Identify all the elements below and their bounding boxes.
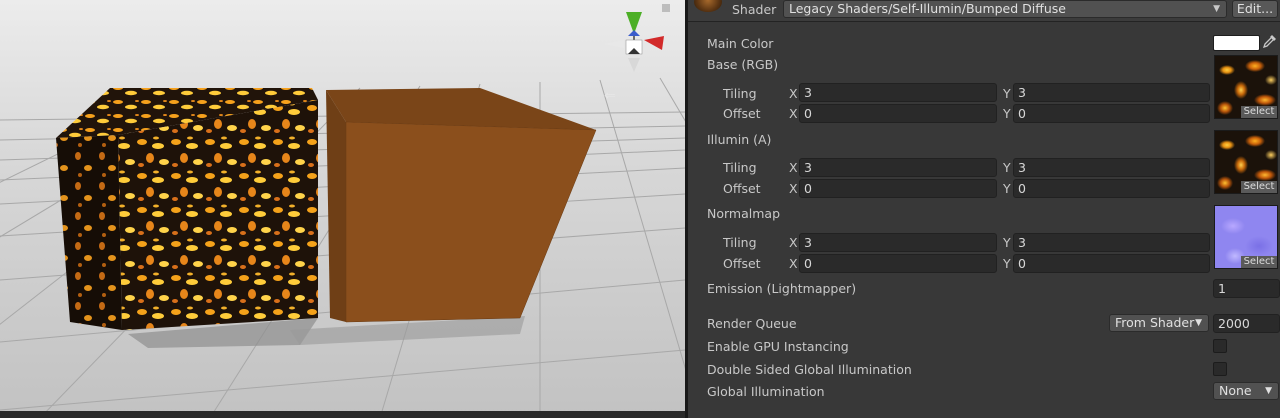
render-queue-label: Render Queue (707, 316, 797, 331)
illumin-tiling-x-field[interactable]: 3 (799, 158, 997, 177)
scene-bottom-bar (0, 411, 685, 418)
normalmap-texture-label: Normalmap (707, 206, 780, 221)
shader-dropdown-value: Legacy Shaders/Self-Illumin/Bumped Diffu… (789, 1, 1066, 16)
base-tiling-label: Tiling (723, 86, 757, 101)
illumin-offset-label: Offset (723, 181, 761, 196)
normalmap-offset-x-label: X (789, 256, 798, 271)
illumin-texture-label: Illumin (A) (707, 132, 772, 147)
normalmap-tiling-y-label: Y (1003, 235, 1011, 250)
illumin-tiling-y-field[interactable]: 3 (1013, 158, 1210, 177)
illumin-offset-y-label: Y (1003, 181, 1011, 196)
illumin-texture-thumbnail[interactable]: Select (1214, 130, 1278, 194)
gpu-instancing-checkbox[interactable] (1213, 339, 1227, 353)
base-offset-y-field[interactable]: 0 (1013, 104, 1210, 123)
base-select-button[interactable]: Select (1241, 106, 1277, 118)
global-illumination-label: Global Illumination (707, 384, 825, 399)
render-queue-dropdown[interactable]: From Shader ▼ (1109, 314, 1209, 332)
base-texture-thumbnail[interactable]: Select (1214, 55, 1278, 119)
scene-ground-grid (0, 0, 685, 418)
shader-header: Shader Legacy Shaders/Self-Illumin/Bumpe… (688, 0, 1280, 22)
lava-cube (56, 88, 318, 330)
dropdown-arrow-icon: ▼ (1213, 4, 1220, 14)
eyedropper-icon[interactable] (1262, 34, 1277, 50)
emission-field[interactable]: 1 (1213, 279, 1280, 298)
main-color-label: Main Color (707, 36, 774, 51)
global-illumination-value: None (1219, 383, 1252, 398)
shader-label: Shader (732, 2, 777, 17)
normalmap-tiling-x-label: X (789, 235, 798, 250)
illumin-tiling-x-label: X (789, 160, 798, 175)
normalmap-select-button[interactable]: Select (1241, 256, 1277, 268)
normalmap-tiling-label: Tiling (723, 235, 757, 250)
illumin-offset-x-label: X (789, 181, 798, 196)
global-illumination-dropdown[interactable]: None ▼ (1213, 382, 1279, 400)
base-tiling-x-label: X (789, 86, 798, 101)
illumin-select-button[interactable]: Select (1241, 181, 1277, 193)
base-tiling-y-label: Y (1003, 86, 1011, 101)
illumin-offset-y-field[interactable]: 0 (1013, 179, 1210, 198)
dropdown-arrow-icon: ▼ (1265, 386, 1272, 396)
illumin-offset-x-field[interactable]: 0 (799, 179, 997, 198)
emission-label: Emission (Lightmapper) (707, 281, 857, 296)
scene-gizmo-icon[interactable] (598, 8, 670, 80)
base-offset-x-label: X (789, 106, 798, 121)
material-inspector: Shader Legacy Shaders/Self-Illumin/Bumpe… (688, 0, 1280, 418)
scene-view[interactable]: ⇐ (0, 0, 685, 418)
dropdown-arrow-icon: ▼ (1195, 318, 1202, 328)
normalmap-offset-label: Offset (723, 256, 761, 271)
base-offset-label: Offset (723, 106, 761, 121)
base-texture-label: Base (RGB) (707, 57, 779, 72)
base-tiling-x-field[interactable]: 3 (799, 83, 997, 102)
illumin-tiling-y-label: Y (1003, 160, 1011, 175)
base-offset-y-label: Y (1003, 106, 1011, 121)
edit-shader-button[interactable]: Edit... (1232, 0, 1278, 18)
gpu-instancing-label: Enable GPU Instancing (707, 339, 849, 354)
double-sided-gi-label: Double Sided Global Illumination (707, 362, 912, 377)
material-icon (694, 0, 722, 12)
main-color-swatch[interactable] (1213, 35, 1260, 51)
normalmap-offset-y-field[interactable]: 0 (1013, 254, 1210, 273)
normalmap-offset-y-label: Y (1003, 256, 1011, 271)
base-tiling-y-field[interactable]: 3 (1013, 83, 1210, 102)
shader-dropdown[interactable]: Legacy Shaders/Self-Illumin/Bumped Diffu… (783, 0, 1227, 18)
perspective-arrow-icon: ⇐ (604, 88, 616, 104)
illumin-tiling-label: Tiling (723, 160, 757, 175)
normalmap-tiling-x-field[interactable]: 3 (799, 233, 997, 252)
render-queue-field[interactable]: 2000 (1213, 314, 1280, 333)
normalmap-tiling-y-field[interactable]: 3 (1013, 233, 1210, 252)
normalmap-texture-thumbnail[interactable]: Select (1214, 205, 1278, 269)
normalmap-offset-x-field[interactable]: 0 (799, 254, 997, 273)
base-offset-x-field[interactable]: 0 (799, 104, 997, 123)
render-queue-mode: From Shader (1115, 315, 1195, 330)
double-sided-gi-checkbox[interactable] (1213, 362, 1227, 376)
